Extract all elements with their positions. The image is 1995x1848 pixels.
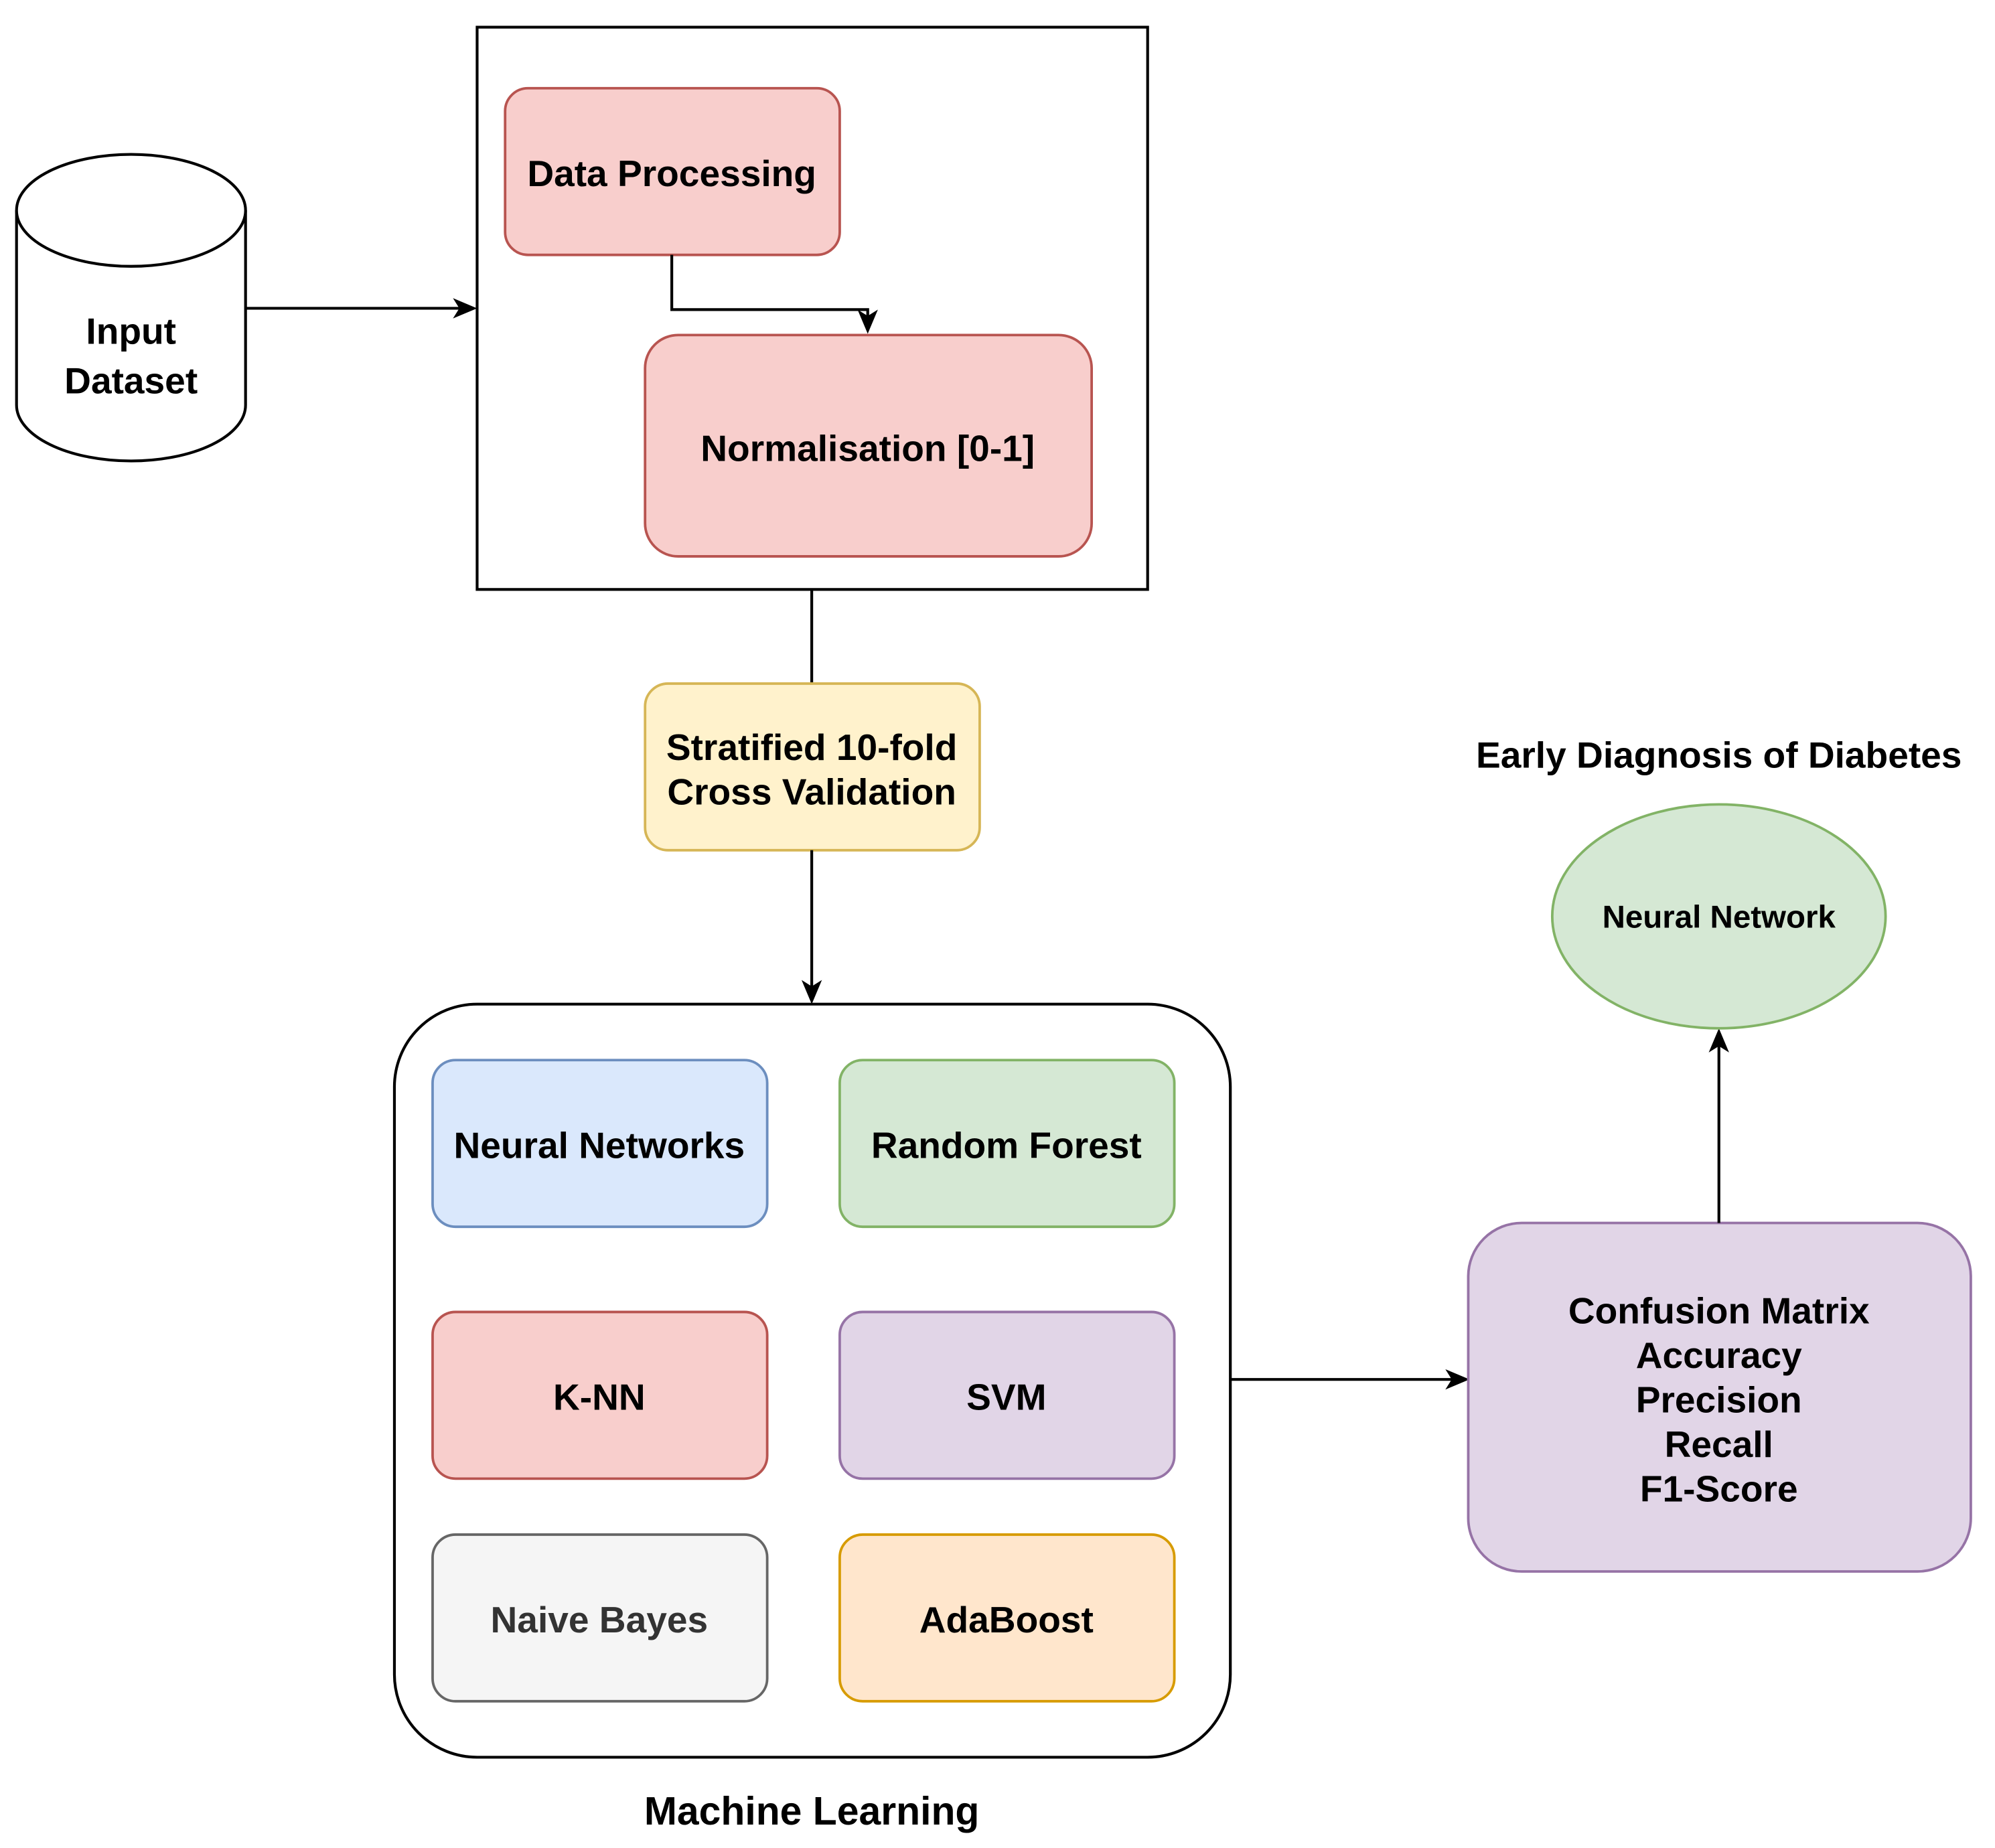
input-dataset-node[interactable]: Input Dataset: [15, 153, 247, 463]
cylinder-top: [15, 153, 247, 268]
best-model-node[interactable]: Neural Network: [1550, 803, 1887, 1030]
cv-label-line1: Stratified 10-fold: [666, 726, 958, 768]
diagram-canvas: Input Dataset Data Processing Normalisat…: [15, 25, 1972, 1833]
input-label-line2: Dataset: [64, 360, 198, 402]
model-naive-bayes[interactable]: Naive Bayes: [431, 1533, 769, 1703]
model-label: AdaBoost: [919, 1599, 1094, 1640]
normalisation-node[interactable]: Normalisation [0-1]: [644, 333, 1093, 558]
metric-label: Accuracy: [1636, 1334, 1802, 1376]
result-title: Early Diagnosis of Diabetes: [1476, 734, 1962, 775]
data-processing-label: Data Processing: [527, 153, 816, 194]
model-svm[interactable]: SVM: [838, 1310, 1176, 1480]
evaluation-metrics-node[interactable]: Confusion Matrix Accuracy Precision Reca…: [1467, 1221, 1972, 1573]
model-label: Random Forest: [871, 1125, 1142, 1166]
data-processing-node[interactable]: Data Processing: [504, 86, 841, 256]
input-label-line1: Input: [86, 311, 176, 352]
model-neural-networks[interactable]: Neural Networks: [431, 1059, 769, 1229]
machine-learning-label: Machine Learning: [644, 1790, 980, 1833]
cross-validation-node[interactable]: Stratified 10-fold Cross Validation: [644, 682, 981, 852]
metric-label: Recall: [1665, 1423, 1773, 1465]
model-label: SVM: [966, 1377, 1046, 1418]
metric-label: F1-Score: [1640, 1468, 1798, 1510]
model-random-forest[interactable]: Random Forest: [838, 1059, 1176, 1229]
model-adaboost[interactable]: AdaBoost: [838, 1533, 1176, 1703]
cv-label-line2: Cross Validation: [667, 771, 956, 812]
model-label: Naive Bayes: [491, 1599, 709, 1640]
metric-label: Precision: [1636, 1379, 1802, 1421]
normalisation-label: Normalisation [0-1]: [700, 427, 1035, 469]
best-model-label: Neural Network: [1603, 900, 1836, 935]
model-label: Neural Networks: [454, 1125, 745, 1166]
model-label: K-NN: [553, 1377, 646, 1418]
metric-label: Confusion Matrix: [1568, 1290, 1870, 1332]
model-knn[interactable]: K-NN: [431, 1310, 769, 1480]
